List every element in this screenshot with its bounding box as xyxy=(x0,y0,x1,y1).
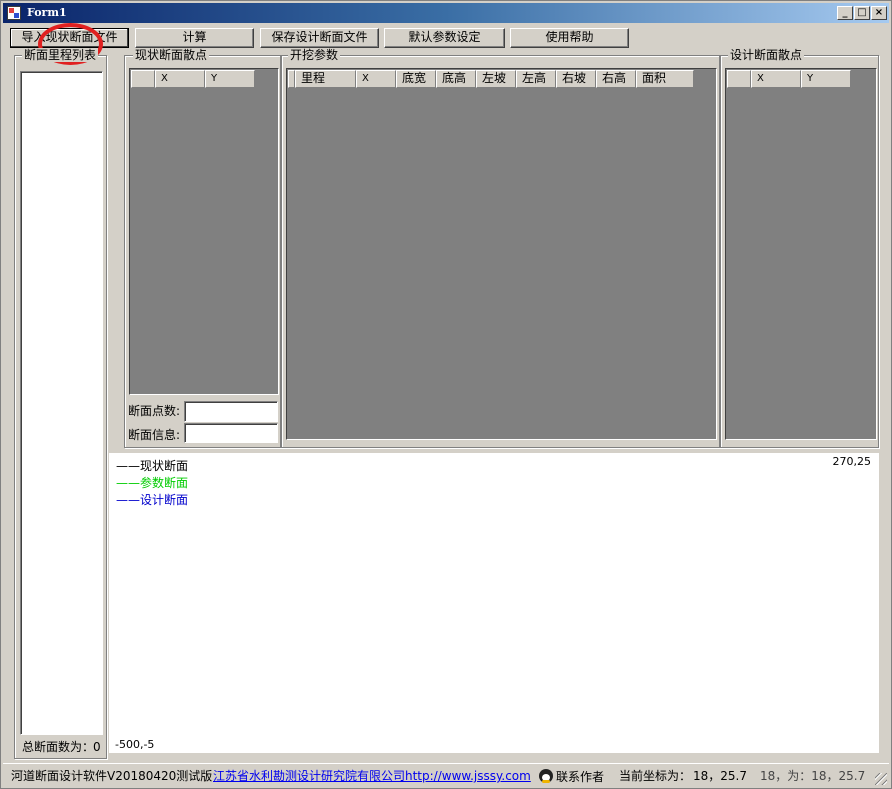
excavation-title: 开挖参数 xyxy=(288,48,341,62)
title-bar[interactable]: Form1 _ □ × xyxy=(3,3,889,23)
column-header-x[interactable]: X xyxy=(155,70,205,88)
maximize-button[interactable]: □ xyxy=(854,6,870,20)
app-icon[interactable] xyxy=(7,6,21,20)
column-header-mileage[interactable]: 里程 xyxy=(295,70,356,88)
column-header-x[interactable]: X xyxy=(751,70,801,88)
status-org-link[interactable]: 江苏省水利勘测设计研究院有限公司http://www.jsssy.com xyxy=(213,769,531,783)
extra-coord-text: 18，为：18，25.7 xyxy=(760,769,866,783)
help-button[interactable]: 使用帮助 xyxy=(510,28,629,48)
column-header-left-height[interactable]: 左高 xyxy=(516,70,556,88)
status-bar: 河道断面设计软件V20180420测试版 江苏省水利勘测设计研究院有限公司htt… xyxy=(3,763,889,787)
column-header-x[interactable]: X xyxy=(356,70,396,88)
row-header-corner xyxy=(288,70,295,88)
point-count-label: 断面点数: xyxy=(128,404,181,418)
legend-current-section: ——现状断面 xyxy=(116,459,189,473)
design-points-grid[interactable]: X Y xyxy=(725,68,877,440)
minimize-button[interactable]: _ xyxy=(837,6,853,20)
section-count-value: 0 xyxy=(93,740,101,754)
column-header-right-height[interactable]: 右高 xyxy=(596,70,636,88)
resize-grip[interactable] xyxy=(875,773,887,785)
status-version: 河道断面设计软件V20180420测试版 xyxy=(11,769,213,783)
qq-icon xyxy=(539,769,553,783)
legend-design-section: ——设计断面 xyxy=(116,493,189,507)
column-header-y[interactable]: Y xyxy=(205,70,255,88)
excavation-header: 里程 X 底宽 底高 左坡 左高 右坡 右高 面积 xyxy=(288,70,694,88)
current-points-title: 现状断面散点 xyxy=(133,48,210,62)
plot-top-right-coord: 270,25 xyxy=(832,455,872,468)
contact-author[interactable]: 联系作者 xyxy=(539,769,604,784)
excavation-grid[interactable]: 里程 X 底宽 底高 左坡 左高 右坡 右高 面积 xyxy=(286,68,717,440)
column-header-y[interactable]: Y xyxy=(801,70,851,88)
row-header-corner xyxy=(727,70,751,88)
save-design-section-button[interactable]: 保存设计断面文件 xyxy=(260,28,379,48)
section-count-label: 总断面数为： xyxy=(22,740,95,754)
window-title: Form1 xyxy=(27,6,67,19)
section-list-box[interactable] xyxy=(20,71,103,735)
design-points-header: X Y xyxy=(727,70,851,88)
column-header-bottom-width[interactable]: 底宽 xyxy=(396,70,436,88)
default-parameters-button[interactable]: 默认参数设定 xyxy=(384,28,505,48)
contact-author-label: 联系作者 xyxy=(556,770,605,784)
section-info-label: 断面信息: xyxy=(128,428,181,442)
current-coord-value: 18，25.7 xyxy=(693,769,747,783)
design-points-title: 设计断面散点 xyxy=(728,48,805,62)
section-plot-canvas[interactable]: ——现状断面 ——参数断面 ——设计断面 270,25 -500,-5 xyxy=(109,453,879,753)
point-count-field[interactable] xyxy=(184,401,278,422)
column-header-left-slope[interactable]: 左坡 xyxy=(476,70,516,88)
row-header-corner xyxy=(131,70,155,88)
calculate-button[interactable]: 计算 xyxy=(135,28,254,48)
column-header-bottom-height[interactable]: 底高 xyxy=(436,70,476,88)
current-points-header: X Y xyxy=(131,70,255,88)
app-window: Form1 _ □ × 导入现状断面文件 计算 保存设计断面文件 默认参数设定 … xyxy=(0,0,892,789)
current-coord-label: 当前坐标为： xyxy=(619,769,692,783)
current-points-grid[interactable]: X Y xyxy=(129,68,279,395)
column-header-right-slope[interactable]: 右坡 xyxy=(556,70,596,88)
section-info-field[interactable] xyxy=(184,423,278,443)
legend-parameter-section: ——参数断面 xyxy=(116,476,189,490)
plot-bottom-left-coord: -500,-5 xyxy=(115,738,155,751)
section-list-title: 断面里程列表 xyxy=(22,48,99,62)
column-header-area[interactable]: 面积 xyxy=(636,70,694,88)
close-button[interactable]: × xyxy=(871,6,887,20)
